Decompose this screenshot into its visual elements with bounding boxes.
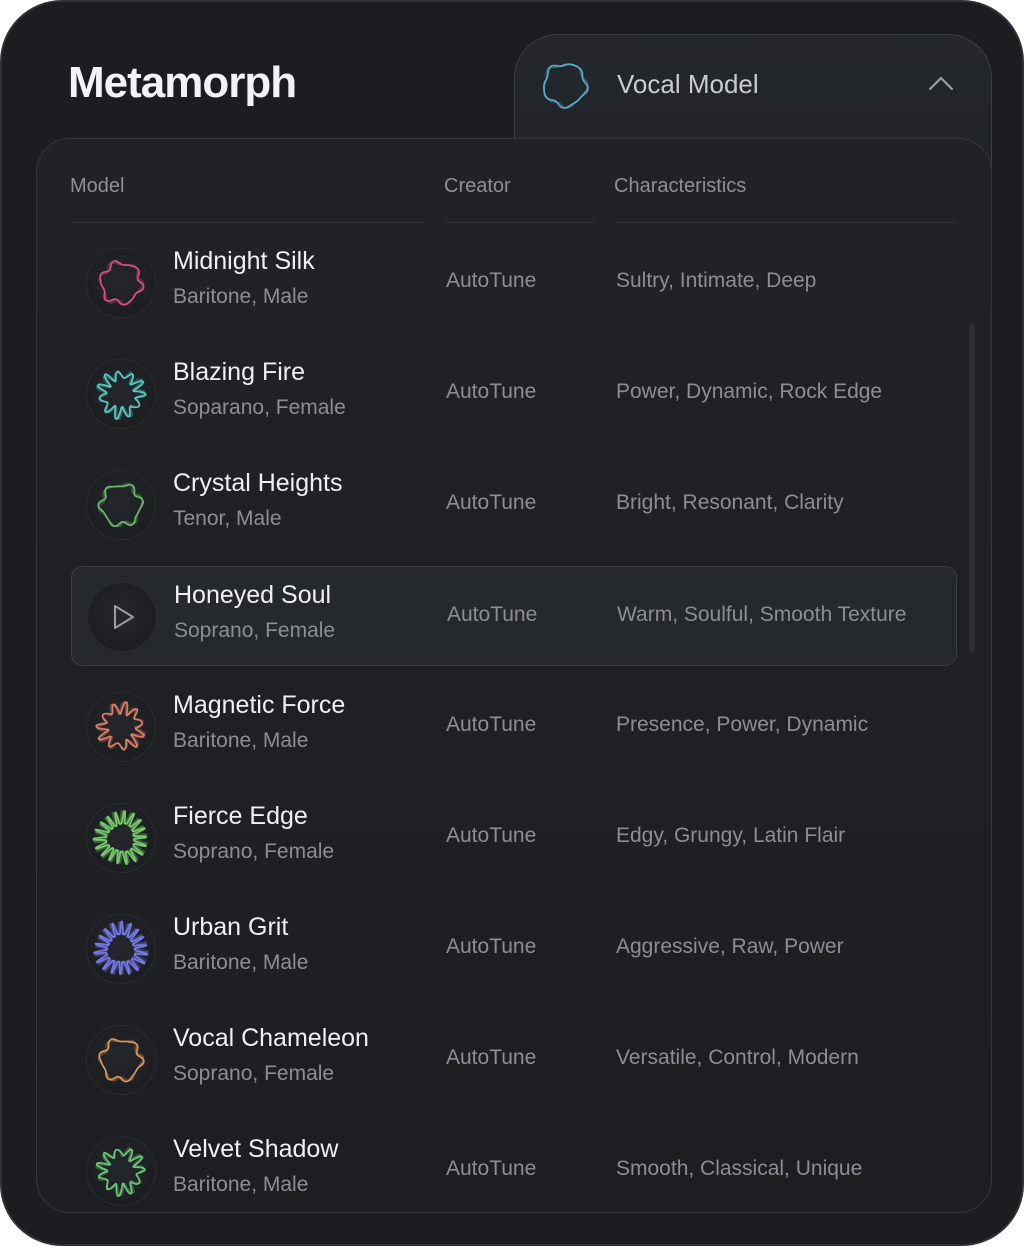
model-voice-type: Soparano, Female	[173, 396, 346, 419]
model-characteristics: Aggressive, Raw, Power	[616, 935, 844, 958]
model-characteristics: Edgy, Grungy, Latin Flair	[616, 824, 846, 847]
model-creator: AutoTune	[446, 935, 537, 958]
model-characteristics: Power, Dynamic, Rock Edge	[616, 380, 883, 403]
header-divider	[614, 222, 957, 223]
column-header-creator[interactable]: Creator	[444, 175, 511, 198]
model-name: Midnight Silk	[173, 247, 315, 275]
model-avatar[interactable]	[87, 804, 155, 872]
model-creator: AutoTune	[446, 380, 537, 403]
model-voice-type: Soprano, Female	[173, 1062, 335, 1085]
model-creator: AutoTune	[446, 1157, 537, 1180]
starburst-wave-icon	[95, 1146, 146, 1197]
model-characteristics: Bright, Resonant, Clarity	[616, 491, 844, 514]
model-avatar[interactable]	[87, 915, 155, 983]
model-characteristics: Versatile, Control, Modern	[616, 1046, 859, 1069]
model-name: Fierce Edge	[173, 802, 308, 830]
model-avatar[interactable]	[87, 1137, 155, 1205]
model-creator: AutoTune	[447, 603, 538, 626]
play-icon	[114, 605, 134, 629]
model-creator: AutoTune	[446, 269, 537, 292]
model-name: Velvet Shadow	[173, 1135, 339, 1163]
model-avatar[interactable]	[87, 693, 155, 761]
model-voice-type: Baritone, Male	[173, 951, 309, 974]
model-voice-type: Soprano, Female	[174, 619, 336, 642]
model-characteristics: Smooth, Classical, Unique	[616, 1157, 863, 1180]
app-window: Metamorph Vocal Model Model Creator Char…	[0, 0, 1024, 1246]
table-row[interactable]: Blazing Fire Soparano, Female AutoTune Powe…	[71, 344, 957, 444]
model-voice-type: Tenor, Male	[173, 507, 282, 530]
model-avatar[interactable]	[87, 471, 155, 539]
table-row[interactable]: Honeyed Soul Soprano, Female AutoTune Warm,…	[71, 566, 957, 666]
model-creator: AutoTune	[446, 824, 537, 847]
table-row[interactable]: Fierce Edge Soprano, Female AutoTune Edgy, …	[71, 788, 957, 888]
header-divider	[444, 222, 596, 223]
model-name: Blazing Fire	[173, 358, 305, 386]
model-name: Vocal Chameleon	[173, 1024, 369, 1052]
model-characteristics: Warm, Soulful, Smooth Texture	[617, 603, 907, 626]
starburst-wave-icon	[95, 370, 147, 420]
model-creator: AutoTune	[446, 491, 537, 514]
model-table: Model Creator Characteristics Midnight S…	[36, 138, 992, 1213]
scrollbar[interactable]	[969, 323, 975, 653]
table-row[interactable]: Velvet Shadow Baritone, Male AutoTune Smoot…	[71, 1121, 957, 1212]
table-row[interactable]: Midnight Silk Baritone, Male AutoTune Sultr…	[71, 233, 957, 333]
model-voice-type: Baritone, Male	[173, 285, 309, 308]
column-header-characteristics[interactable]: Characteristics	[614, 175, 746, 198]
table-row[interactable]: Magnetic Force Baritone, Male AutoTune Pres…	[71, 677, 957, 777]
model-voice-type: Soprano, Female	[173, 840, 335, 863]
blob-wave-icon	[97, 482, 144, 528]
table-row[interactable]: Urban Grit Baritone, Male AutoTune Aggressi…	[71, 899, 957, 999]
model-voice-type: Baritone, Male	[173, 729, 309, 752]
model-avatar[interactable]	[87, 249, 155, 317]
blob-wave-icon	[97, 1038, 145, 1083]
column-header-model[interactable]: Model	[70, 175, 124, 198]
table-row[interactable]: Crystal Heights Tenor, Male AutoTune Bright…	[71, 455, 957, 555]
waveform-ring-icon	[543, 63, 589, 109]
model-name: Urban Grit	[173, 913, 289, 941]
model-avatar[interactable]	[87, 360, 155, 428]
app-logo: Metamorph	[68, 58, 297, 107]
chevron-up-icon[interactable]	[927, 73, 955, 93]
table-row[interactable]: Vocal Chameleon Soprano, Female AutoTune Ve…	[71, 1010, 957, 1110]
model-name: Honeyed Soul	[174, 581, 332, 609]
header-divider	[70, 222, 426, 223]
model-voice-type: Baritone, Male	[173, 1173, 309, 1196]
model-characteristics: Sultry, Intimate, Deep	[616, 269, 817, 292]
model-creator: AutoTune	[446, 1046, 537, 1069]
starburst-wave-icon	[95, 701, 146, 751]
spiky-wave-icon	[92, 809, 148, 866]
model-avatar[interactable]	[87, 1026, 155, 1094]
model-avatar[interactable]	[88, 583, 156, 651]
model-creator: AutoTune	[446, 713, 537, 736]
vocal-model-label: Vocal Model	[617, 69, 759, 99]
spiky-wave-icon	[93, 920, 149, 976]
blob-wave-icon	[98, 260, 145, 306]
model-name: Magnetic Force	[173, 691, 346, 719]
model-name: Crystal Heights	[173, 469, 343, 497]
model-characteristics: Presence, Power, Dynamic	[616, 713, 869, 736]
